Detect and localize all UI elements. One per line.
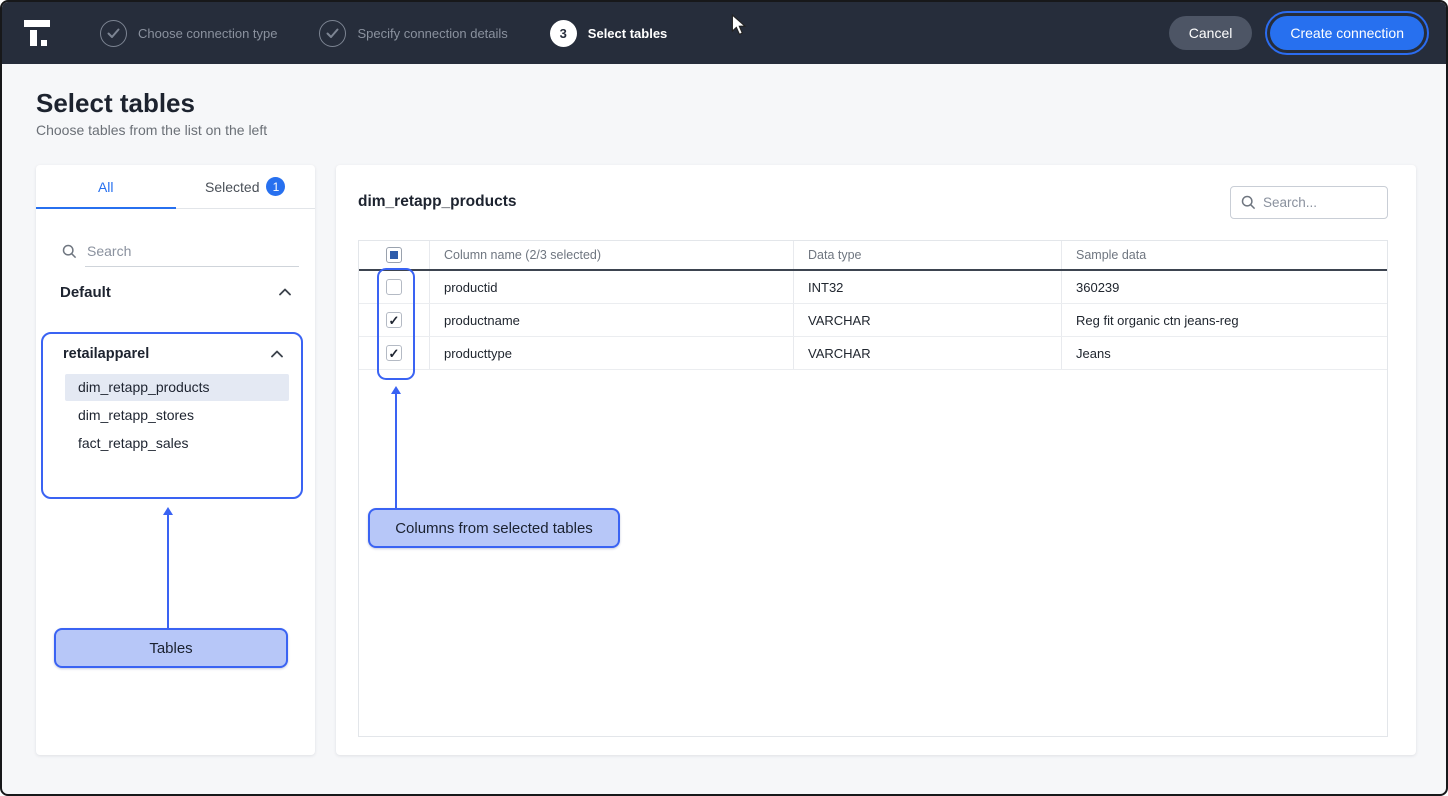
step1-check-icon: [100, 20, 127, 47]
cancel-button[interactable]: Cancel: [1169, 16, 1253, 50]
tab-all[interactable]: All: [36, 165, 176, 208]
columns-panel: dim_retapp_products Column name (2/3 sel…: [336, 165, 1416, 755]
columns-table-body: productidINT32360239✓productnameVARCHARR…: [359, 271, 1387, 370]
sidebar-table-item[interactable]: fact_retapp_sales: [65, 430, 289, 457]
wizard-topbar: Choose connection type Specify connectio…: [2, 2, 1446, 64]
page-subtitle: Choose tables from the list on the left: [36, 122, 267, 138]
sidebar-search-input[interactable]: [85, 239, 299, 267]
sample-data-cell: Reg fit organic ctn jeans-reg: [1061, 304, 1387, 336]
step-select-tables: 3 Select tables: [550, 20, 668, 47]
header-checkbox-cell: [359, 241, 429, 269]
data-type-cell: VARCHAR: [793, 337, 1061, 369]
page-title: Select tables: [36, 88, 195, 119]
step-specify-connection-details[interactable]: Specify connection details: [319, 20, 507, 47]
columns-search: [1230, 186, 1388, 219]
search-icon: [1241, 195, 1256, 210]
checkbox-annotation-box: [377, 268, 415, 380]
schema-retailapparel[interactable]: retailapparel: [43, 334, 301, 374]
tab-all-label: All: [98, 179, 114, 195]
columns-table-header: Column name (2/3 selected) Data type Sam…: [359, 241, 1387, 271]
select-all-checkbox[interactable]: [386, 247, 402, 263]
header-column-name: Column name (2/3 selected): [429, 241, 793, 269]
column-row: ✓productnameVARCHARReg fit organic ctn j…: [359, 304, 1387, 337]
search-icon: [62, 244, 77, 259]
app-window: Choose connection type Specify connectio…: [0, 0, 1448, 796]
schema-label: retailapparel: [63, 346, 149, 362]
sample-data-cell: Jeans: [1061, 337, 1387, 369]
sidebar-table-item[interactable]: dim_retapp_products: [65, 374, 289, 401]
schema-annotation-box: retailapparel dim_retapp_productsdim_ret…: [41, 332, 303, 499]
selected-count-badge: 1: [266, 177, 285, 196]
tables-sidebar: All Selected 1 Default retailapparel dim…: [36, 165, 315, 755]
header-sample-data: Sample data: [1061, 241, 1387, 269]
columns-search-input[interactable]: [1263, 195, 1377, 210]
data-type-cell: VARCHAR: [793, 304, 1061, 336]
tab-selected[interactable]: Selected 1: [176, 165, 316, 208]
chevron-up-icon: [271, 350, 283, 358]
sidebar-search: [36, 209, 315, 267]
group-default[interactable]: Default: [36, 269, 315, 315]
sample-data-cell: 360239: [1061, 271, 1387, 303]
column-name-cell: productname: [429, 304, 793, 336]
tab-selected-label: Selected: [205, 179, 259, 195]
column-name-cell: producttype: [429, 337, 793, 369]
create-connection-button[interactable]: Create connection: [1270, 16, 1424, 50]
step-choose-connection-type[interactable]: Choose connection type: [100, 20, 277, 47]
chevron-up-icon: [279, 288, 291, 296]
step2-check-icon: [319, 20, 346, 47]
step3-label: Select tables: [588, 26, 668, 41]
column-name-cell: productid: [429, 271, 793, 303]
tables-annotation-label: Tables: [54, 628, 288, 668]
step1-label: Choose connection type: [138, 26, 277, 41]
sidebar-table-item[interactable]: dim_retapp_stores: [65, 402, 289, 429]
columns-annotation-label: Columns from selected tables: [368, 508, 620, 548]
header-data-type: Data type: [793, 241, 1061, 269]
column-row: ✓producttypeVARCHARJeans: [359, 337, 1387, 370]
app-logo-icon: [24, 19, 54, 47]
step2-label: Specify connection details: [357, 26, 507, 41]
columns-table: Column name (2/3 selected) Data type Sam…: [358, 240, 1388, 737]
step3-number: 3: [550, 20, 577, 47]
selected-table-title: dim_retapp_products: [358, 193, 516, 211]
tables-arrow-line: [167, 514, 169, 628]
column-row: productidINT32360239: [359, 271, 1387, 304]
sidebar-table-list: dim_retapp_productsdim_retapp_storesfact…: [43, 374, 301, 457]
data-type-cell: INT32: [793, 271, 1061, 303]
group-default-label: Default: [60, 284, 111, 301]
sidebar-tabs: All Selected 1: [36, 165, 315, 209]
columns-arrow-line: [395, 393, 397, 508]
